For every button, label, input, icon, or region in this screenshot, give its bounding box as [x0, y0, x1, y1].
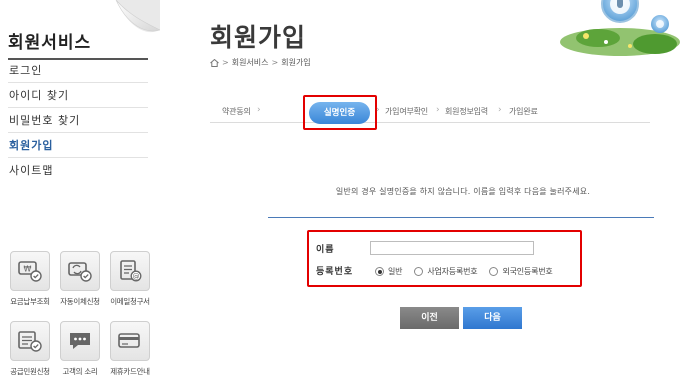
- radio-button[interactable]: [375, 267, 384, 276]
- quick-link-box: [60, 321, 100, 361]
- won-bill-icon: ₩: [18, 261, 42, 282]
- notice-text: 일반의 경우 실명인증을 하지 않습니다. 이름을 입력후 다음을 눌러주세요.: [335, 187, 591, 196]
- speech-bubble-icon: [70, 333, 90, 349]
- breadcrumb-item-signup: 회원가입: [281, 58, 311, 67]
- quick-link-partner-card[interactable]: 제휴카드안내: [106, 321, 154, 377]
- step-terms-agree: 약관동의: [222, 107, 251, 116]
- header-decoration: [560, 0, 680, 56]
- quick-link-email-bill[interactable]: @ 이메일청구서: [106, 251, 154, 307]
- next-button[interactable]: 다음: [463, 307, 522, 329]
- quick-link-label: 요금납부조회: [10, 297, 50, 306]
- reg-type-radio-group: 일반 사업자등록번호 외국인등록번호: [375, 266, 565, 277]
- sidebar-title: 회원서비스: [8, 28, 148, 60]
- quick-link-auto-transfer[interactable]: 자동이체신청: [56, 251, 104, 307]
- radio-label: 일반: [388, 267, 403, 276]
- sidebar-item-find-id[interactable]: 아이디 찾기: [8, 83, 148, 108]
- step-arrow-icon: ›: [257, 105, 261, 115]
- step-arrow-icon: ›: [498, 105, 502, 115]
- quick-link-label: 고객의 소리: [62, 367, 98, 376]
- step-arrow-icon: ›: [436, 105, 440, 115]
- radio-foreigner-number[interactable]: 외국인등록번호: [489, 266, 553, 277]
- breadcrumb-item-member-service[interactable]: 회원서비스: [232, 57, 269, 68]
- quick-link-box: [110, 321, 150, 361]
- active-step-highlight: 실명인증: [303, 95, 377, 130]
- reg-number-label: 등록번호: [316, 267, 354, 277]
- step-arrow-icon: ›: [376, 105, 380, 115]
- auto-transfer-icon: [68, 262, 92, 282]
- quick-link-label: 제휴카드안내: [110, 367, 150, 376]
- step-real-name-auth: 실명인증: [309, 102, 370, 124]
- credit-card-icon: [118, 333, 140, 348]
- signup-steps: 약관동의 › 실명인증 › 가입여부확인 › 회원정보입력 › 가입완료: [210, 95, 650, 130]
- step-member-info: 회원정보입력: [445, 107, 488, 116]
- quick-link-label: 자동이체신청: [60, 297, 100, 306]
- radio-label: 외국인등록번호: [502, 267, 553, 276]
- breadcrumb: > 회원서비스 > 회원가입: [210, 57, 311, 68]
- name-label: 이름: [316, 245, 335, 255]
- step-join-check: 가입여부확인: [385, 107, 428, 116]
- sidebar-item-find-password[interactable]: 비밀번호 찾기: [8, 108, 148, 133]
- quick-link-box: [60, 251, 100, 291]
- quick-link-civil-request[interactable]: 공급민원신청: [6, 321, 54, 377]
- sidebar-item-sitemap[interactable]: 사이트맵: [8, 158, 148, 183]
- radio-button[interactable]: [414, 267, 424, 276]
- sidebar-item-login[interactable]: 로그인: [8, 58, 148, 83]
- radio-button[interactable]: [489, 267, 499, 276]
- name-input[interactable]: [370, 241, 534, 255]
- radio-general[interactable]: 일반: [375, 266, 403, 277]
- email-bill-icon: @: [120, 260, 142, 282]
- quick-link-box: @: [110, 251, 150, 291]
- home-icon[interactable]: [210, 58, 219, 67]
- radio-business-number[interactable]: 사업자등록번호: [414, 266, 478, 277]
- side-menu: 로그인 아이디 찾기 비밀번호 찾기 회원가입 사이트맵: [8, 58, 148, 183]
- quick-link-label: 이메일청구서: [110, 297, 150, 306]
- document-check-icon: [18, 331, 42, 352]
- breadcrumb-separator: >: [222, 58, 229, 67]
- sidebar: 회원서비스 로그인 아이디 찾기 비밀번호 찾기 회원가입 사이트맵 ₩ 요금납…: [0, 0, 160, 381]
- svg-text:@: @: [133, 273, 140, 281]
- sidebar-item-signup[interactable]: 회원가입: [8, 133, 148, 158]
- main-content: 회원가입 > 회원서비스 > 회원가입 약관동의 › 실명인증 › 가입여부확인…: [160, 0, 680, 381]
- page-title: 회원가입: [210, 23, 307, 52]
- auth-form: 이름 등록번호 일반 사업자등록번호 외국인등록번호: [307, 230, 582, 287]
- quick-link-box: [10, 321, 50, 361]
- prev-button[interactable]: 이전: [400, 307, 459, 329]
- quick-link-box: ₩: [10, 251, 50, 291]
- quick-link-customer-voice[interactable]: 고객의 소리: [56, 321, 104, 377]
- svg-text:₩: ₩: [24, 265, 32, 274]
- radio-label: 사업자등록번호: [427, 267, 478, 276]
- breadcrumb-separator: >: [271, 58, 279, 67]
- quick-link-payment[interactable]: ₩ 요금납부조회: [6, 251, 54, 307]
- divider: [268, 217, 654, 218]
- quick-link-label: 공급민원신청: [10, 367, 50, 376]
- step-complete: 가입완료: [509, 107, 538, 116]
